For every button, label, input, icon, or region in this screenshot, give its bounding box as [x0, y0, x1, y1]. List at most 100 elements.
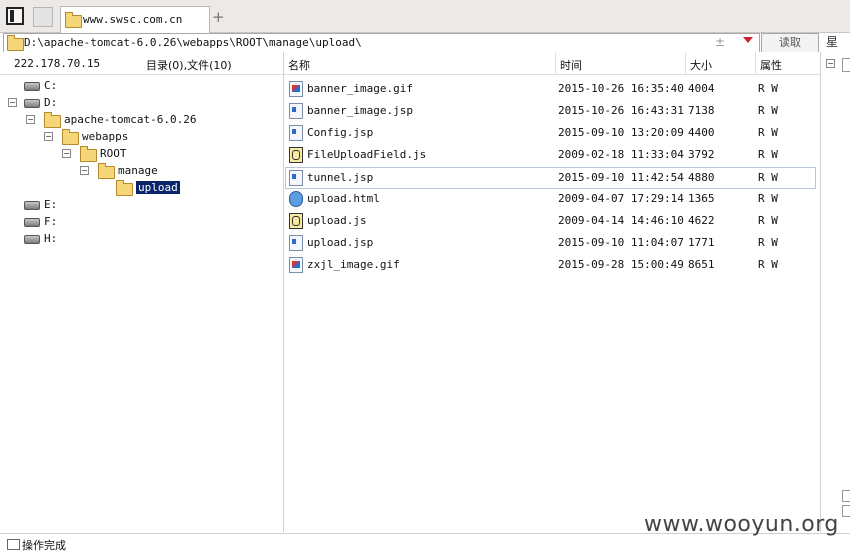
file-name: zxjl_image.gif [307, 258, 400, 271]
toggle-panel-icon[interactable] [6, 7, 24, 25]
file-name: tunnel.jsp [307, 171, 374, 184]
tree-item[interactable]: − apache-tomcat-6.0.26 [0, 112, 283, 128]
tree-item-label: manage [118, 164, 158, 177]
file-size: 1365 [688, 192, 715, 205]
tree-item[interactable]: − webapps [0, 129, 283, 145]
file-name: upload.jsp [307, 236, 374, 249]
file-time: 2009-04-14 14:46:10 [558, 214, 684, 227]
column-header-size[interactable]: 大小 [690, 57, 712, 73]
file-time: 2009-02-18 11:33:04 [558, 148, 684, 161]
column-header-attr[interactable]: 属性 [760, 57, 782, 73]
tab-label: www.swsc.com.cn [83, 13, 183, 26]
jsp-file-icon [289, 103, 303, 119]
status-icon [7, 539, 20, 550]
tree-item[interactable]: − manage [0, 163, 283, 179]
column-divider[interactable] [755, 52, 756, 74]
tree-item[interactable]: E: [0, 197, 283, 213]
collapse-icon[interactable]: − [62, 149, 71, 158]
file-time: 2015-09-10 13:20:09 [558, 126, 684, 139]
file-list-header [284, 52, 820, 75]
column-header-time[interactable]: 时间 [560, 57, 582, 73]
html-file-icon [289, 191, 303, 207]
tree-item-label: H: [44, 232, 58, 245]
tree-item-label: C: [44, 79, 58, 92]
column-divider[interactable] [685, 52, 686, 74]
folder-icon [80, 146, 97, 162]
file-name: FileUploadField.js [307, 148, 427, 161]
panel-scroll-button[interactable] [842, 490, 850, 502]
file-name: Config.jsp [307, 126, 374, 139]
file-name: banner_image.jsp [307, 104, 413, 117]
collapse-icon[interactable]: − [8, 98, 17, 107]
file-row[interactable]: banner_image.gif 2015-10-26 16:35:40 4004 R… [286, 79, 815, 99]
file-attr: R W [758, 148, 778, 161]
tree-item-label: E: [44, 198, 58, 211]
file-size: 1771 [688, 236, 715, 249]
file-name: upload.html [307, 192, 380, 205]
file-attr: R W [758, 82, 778, 95]
drive-icon [24, 99, 40, 108]
file-row[interactable]: tunnel.jsp 2015-09-10 11:42:54 4880 R W [285, 167, 816, 189]
path-input[interactable]: D:\apache-tomcat-6.0.26\webapps\ROOT\man… [3, 33, 760, 53]
file-time: 2015-10-26 16:35:40 [558, 82, 684, 95]
tree-item[interactable]: C: [0, 78, 283, 94]
drive-icon [24, 82, 40, 91]
panel-scroll-top[interactable] [842, 58, 850, 72]
file-size: 7138 [688, 104, 715, 117]
file-row[interactable]: upload.js 2009-04-14 14:46:10 4622 R W [286, 211, 815, 231]
file-row[interactable]: banner_image.jsp 2015-10-26 16:43:31 7138 R… [286, 101, 815, 121]
drive-icon [24, 201, 40, 210]
column-divider[interactable] [555, 52, 556, 74]
file-size: 4400 [688, 126, 715, 139]
blank-tab-icon[interactable] [33, 7, 53, 27]
side-panel [820, 52, 850, 532]
plus-minus-icon[interactable]: ± [715, 35, 725, 49]
file-size: 4622 [688, 214, 715, 227]
collapse-icon[interactable]: − [80, 166, 89, 175]
script-file-icon [289, 213, 303, 229]
file-attr: R W [758, 236, 778, 249]
jsp-file-icon [289, 235, 303, 251]
file-name: upload.js [307, 214, 367, 227]
collapse-icon[interactable]: − [44, 132, 53, 141]
side-label[interactable]: 星 [826, 33, 850, 51]
tab-active[interactable]: www.swsc.com.cn [60, 6, 210, 33]
tree-item-label: webapps [82, 130, 129, 143]
folder-icon [62, 129, 79, 145]
file-row[interactable]: FileUploadField.js 2009-02-18 11:33:04 379… [286, 145, 815, 165]
file-size: 3792 [688, 148, 715, 161]
panel-scroll-button[interactable] [842, 505, 850, 517]
file-row[interactable]: zxjl_image.gif 2015-09-28 15:00:49 8651 R W [286, 255, 815, 275]
add-tab-icon[interactable]: + [212, 8, 225, 26]
tree-item[interactable]: H: [0, 231, 283, 247]
file-attr: R W [758, 258, 778, 271]
image-file-icon [289, 257, 303, 273]
file-row[interactable]: upload.html 2009-04-07 17:29:14 1365 R W [286, 189, 815, 209]
watermark: www.wooyun.org [644, 512, 839, 537]
script-file-icon [289, 147, 303, 163]
dropdown-arrow-icon[interactable] [743, 37, 753, 43]
file-time: 2015-09-10 11:42:54 [558, 171, 684, 184]
status-text: 操作完成 [22, 539, 66, 552]
file-row[interactable]: upload.jsp 2015-09-10 11:04:07 1771 R W [286, 233, 815, 253]
folder-icon [98, 163, 115, 179]
file-time: 2015-09-28 15:00:49 [558, 258, 684, 271]
drive-icon [24, 218, 40, 227]
tree-item[interactable]: F: [0, 214, 283, 230]
read-button[interactable]: 读取 [761, 33, 819, 53]
file-attr: R W [758, 104, 778, 117]
file-name: banner_image.gif [307, 82, 413, 95]
tree-item[interactable]: upload [0, 180, 283, 196]
jsp-file-icon [289, 125, 303, 141]
tree-item[interactable]: − D: [0, 95, 283, 111]
collapse-icon[interactable]: − [826, 59, 835, 68]
file-time: 2015-09-10 11:04:07 [558, 236, 684, 249]
collapse-icon[interactable]: − [26, 115, 35, 124]
image-file-icon [289, 81, 303, 97]
file-row[interactable]: Config.jsp 2015-09-10 13:20:09 4400 R W [286, 123, 815, 143]
column-header-name[interactable]: 名称 [288, 57, 310, 73]
tree-item[interactable]: − ROOT [0, 146, 283, 162]
dir-file-count: 目录(0),文件(10) [146, 59, 232, 72]
folder-icon [7, 35, 24, 51]
file-attr: R W [758, 214, 778, 227]
